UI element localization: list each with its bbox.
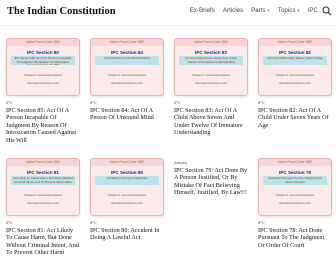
thumbnail-chapter: Chapter 4: General Exceptions [23,193,63,197]
nav-item-parts-label: Parts [251,7,266,14]
nav-item-topics[interactable]: Topics ▾ [278,7,300,14]
nav-item-ex-briefs[interactable]: Ex-Briefs [190,7,215,14]
thumbnail-section: IPC Section 84 [111,50,143,55]
post-card[interactable]: Indian Penal Code 1860 IPC Section 80 Ac… [90,158,164,242]
thumbnail-chapter: Chapter 4: General Exceptions [275,73,315,77]
nav-item-topics-label: Topics [277,7,296,14]
post-card[interactable]: Indian Penal Code 1860 IPC Section 82 Ac… [258,38,332,129]
post-card[interactable]: Indian Penal Code 1860 IPC Section 78 Ac… [258,158,332,249]
post-card[interactable]: Indian Penal Code 1860 IPC Section 83 Ac… [174,38,248,137]
post-thumbnail[interactable]: Indian Penal Code 1860 IPC Section 84 Ac… [90,38,164,96]
chevron-down-icon: ▾ [267,8,270,14]
nav-item-ipc[interactable]: IPC [308,7,318,14]
post-category[interactable]: Articles [174,160,248,165]
thumbnail-site: theindianconstitution.com [111,201,143,205]
site-title[interactable]: The Indian Constitution [7,6,116,17]
thumbnail-strip-text: Act Of A Child Above Seven And Under Twe… [184,57,238,64]
thumbnail-header: Indian Penal Code 1860 [109,160,145,164]
post-title[interactable]: IPC Section 80: Accident In Doing A Lawf… [90,227,164,242]
post-category[interactable]: IPC [90,220,164,225]
thumbnail-site: theindianconstitution.com [279,201,311,205]
thumbnail-strip-text: Act Of A Person Of Unsound Mind [104,57,150,60]
nav-item-parts[interactable]: Parts ▾ [251,7,270,14]
thumbnail-header: Indian Penal Code 1860 [109,40,145,44]
thumbnail-chapter: Chapter 4: General Exceptions [191,73,231,77]
post-category[interactable]: IPC [258,220,332,225]
nav-item-articles[interactable]: Articles [223,7,243,14]
post-card[interactable]: Indian Penal Code 1860 IPC Section 84 Ac… [90,38,164,122]
post-category[interactable]: IPC [6,220,80,225]
thumbnail-header: Indian Penal Code 1860 [25,40,61,44]
thumbnail-site: theindianconstitution.com [27,81,59,85]
post-thumbnail[interactable]: Indian Penal Code 1860 IPC Section 81 Ac… [6,158,80,216]
post-title[interactable]: IPC Section 81: Act Likely To Cause Harm… [6,227,80,257]
thumbnail-chapter: Chapter 4: General Exceptions [275,193,315,197]
thumbnail-header: Indian Penal Code 1860 [25,160,61,164]
site-header: The Indian Constitution Ex-Briefs Articl… [0,0,336,26]
thumbnail-site: theindianconstitution.com [279,81,311,85]
thumbnail-strip-text: Act Of A Child Under Seven Years Of Age [267,57,323,60]
thumbnail-strip-text: Act Done Pursuant To The Judgment Or Ord… [268,177,322,184]
thumbnail-header: Indian Penal Code 1860 [277,160,313,164]
thumbnail-chapter: Chapter 4: General Exceptions [23,73,63,77]
thumbnail-strip-text: IPC Section 80: Act Of A Person Incapabl… [14,57,72,65]
thumbnail-strip-text: Accident In Doing A Lawful Act [106,177,148,180]
search-icon[interactable] [322,6,332,16]
thumbnail-site: theindianconstitution.com [111,81,143,85]
thumbnail-section: IPC Section 80 [27,50,59,55]
thumbnail-site: theindianconstitution.com [195,81,227,85]
thumbnail-header: Indian Penal Code 1860 [277,40,313,44]
thumbnail-chapter: Chapter 4: General Exceptions [107,73,147,77]
thumbnail-section: IPC Section 81 [27,170,59,175]
post-thumbnail[interactable]: Indian Penal Code 1860 IPC Section 78 Ac… [258,158,332,216]
thumbnail-section: IPC Section 82 [279,50,311,55]
post-title[interactable]: IPC Section 79: Act Done By A Person Jus… [174,167,248,197]
post-category[interactable]: IPC [6,100,80,105]
post-thumbnail[interactable]: Indian Penal Code 1860 IPC Section 80 Ac… [90,158,164,216]
thumbnail-section: IPC Section 80 [111,170,143,175]
post-title[interactable]: IPC Section 84: Act Of A Person Of Unsou… [90,107,164,122]
post-category[interactable]: IPC [90,100,164,105]
post-title[interactable]: IPC Section 85: Act Of A Person Incapabl… [6,107,80,144]
post-thumbnail[interactable]: Indian Penal Code 1860 IPC Section 80 IP… [6,38,80,96]
thumbnail-section: IPC Section 83 [195,50,227,55]
post-card[interactable]: Articles IPC Section 79: Act Done By A P… [174,158,248,197]
thumbnail-strip-text: Act Likely To Cause Harm, But Done Witho… [13,177,73,184]
thumbnail-site: theindianconstitution.com [27,201,59,205]
post-thumbnail[interactable]: Indian Penal Code 1860 IPC Section 82 Ac… [258,38,332,96]
post-category[interactable]: IPC [258,100,332,105]
post-title[interactable]: IPC Section 78: Act Done Pursuant To The… [258,227,332,249]
post-card[interactable]: Indian Penal Code 1860 IPC Section 81 Ac… [6,158,80,257]
chevron-down-icon: ▾ [297,8,300,14]
post-title[interactable]: IPC Section 82: Act Of A Child Under Sev… [258,107,332,129]
main-nav: Ex-Briefs Articles Parts ▾ Topics ▾ IPC [190,7,318,14]
post-title[interactable]: IPC Section 83: Act Of A Child Above Sev… [174,107,248,137]
thumbnail-section: IPC Section 78 [279,170,311,175]
post-card[interactable]: Indian Penal Code 1860 IPC Section 80 IP… [6,38,80,144]
post-thumbnail[interactable]: Indian Penal Code 1860 IPC Section 83 Ac… [174,38,248,96]
post-category[interactable]: IPC [174,100,248,105]
thumbnail-chapter: Chapter 4: General Exceptions [107,193,147,197]
thumbnail-header: Indian Penal Code 1860 [193,40,229,44]
